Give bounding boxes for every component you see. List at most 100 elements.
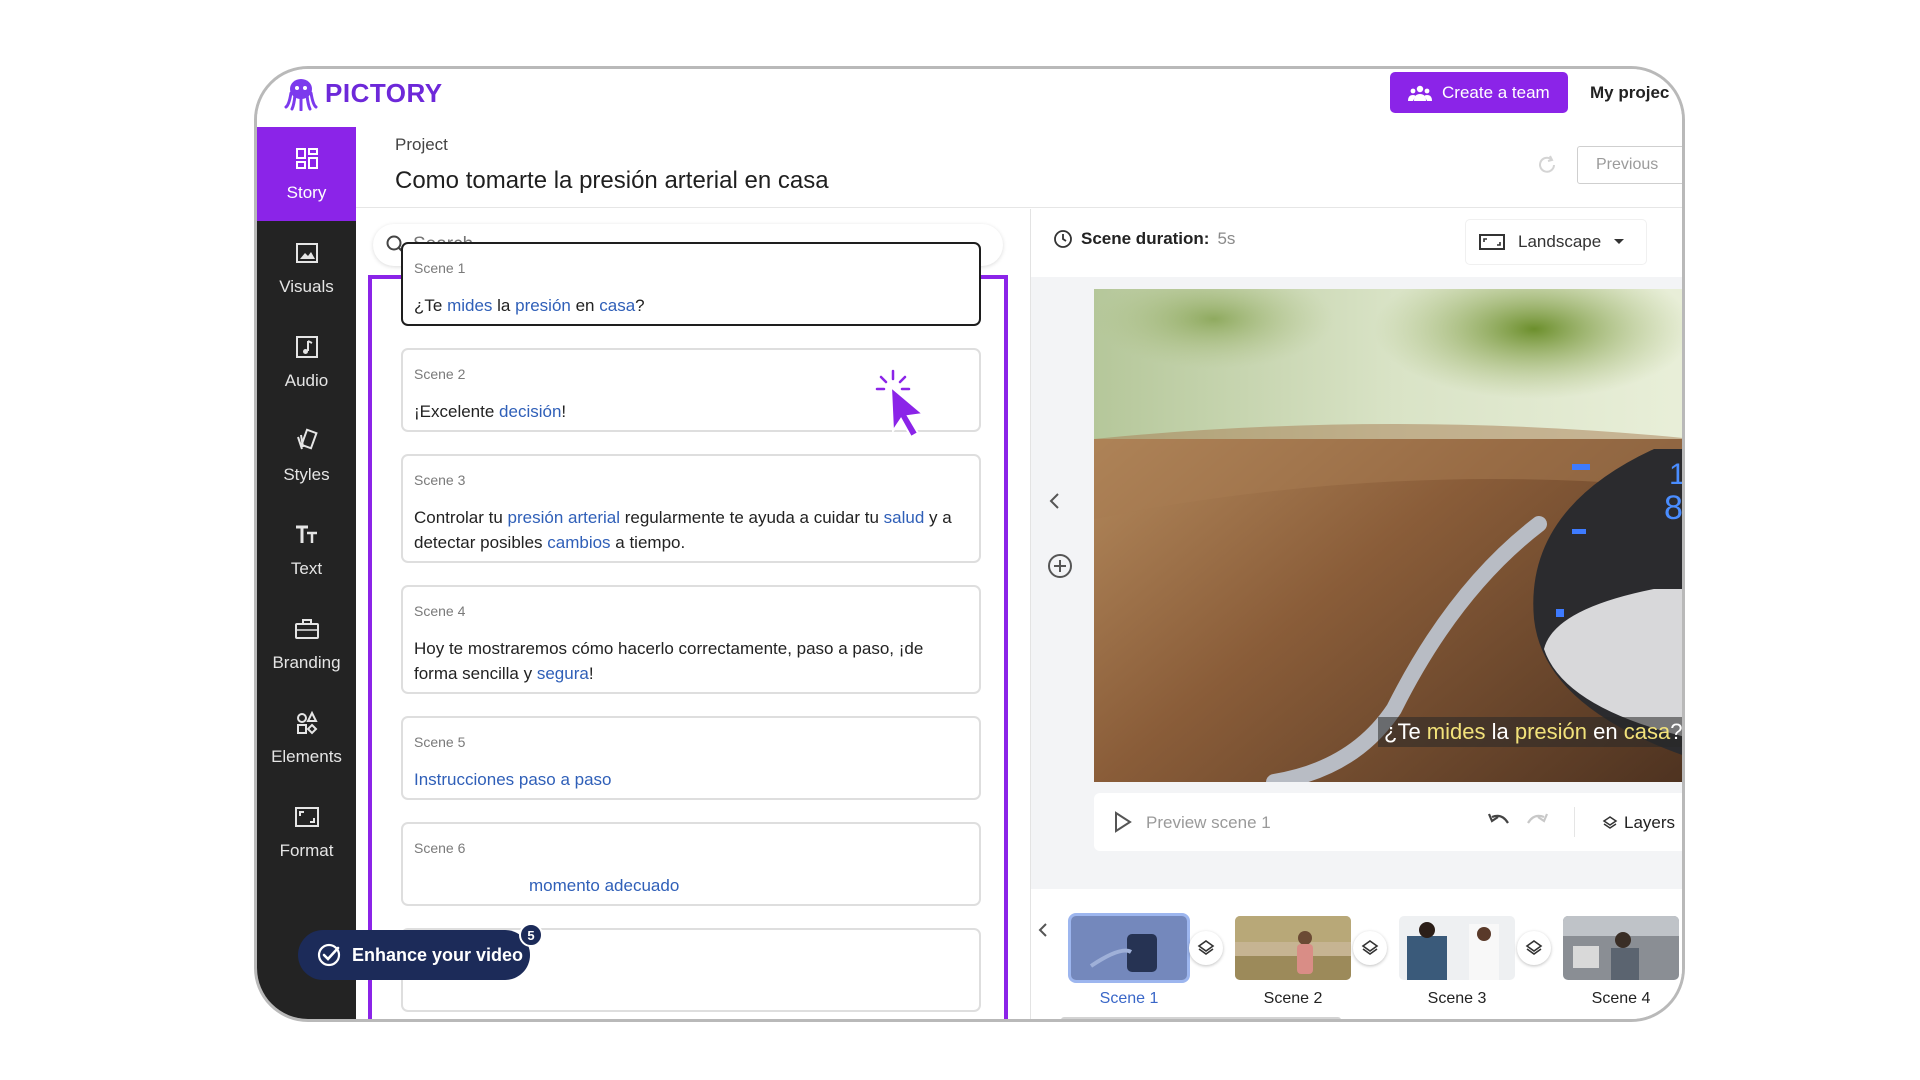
scene-card-3[interactable]: Scene 3 Controlar tu presión arterial reg… <box>401 454 981 563</box>
scene-text[interactable]: Instrucciones paso a paso <box>414 767 969 792</box>
sidebar-item-label: Visuals <box>279 277 334 296</box>
keyword-highlight: decisión <box>499 402 562 421</box>
video-preview[interactable]: 8 1 ¿Te mides la presión en casa? <box>1094 289 1683 782</box>
scene-text-segment: Hoy te mostraremos cómo hacerlo correcta… <box>414 639 924 683</box>
transition-button[interactable] <box>1517 931 1551 965</box>
scene-thumbnail-label: Scene 2 <box>1263 990 1323 1007</box>
svg-text:8: 8 <box>1664 489 1683 527</box>
sidebar-item-elements[interactable]: Elements <box>257 691 356 785</box>
scene-thumbnail-3[interactable] <box>1399 916 1515 980</box>
transition-button[interactable] <box>1189 931 1223 965</box>
caption-keyword: presión <box>1514 719 1587 744</box>
scene-text[interactable]: momento adecuado <box>414 873 969 898</box>
scene-label: Scene 5 <box>414 734 466 750</box>
header-divider <box>356 207 1682 208</box>
scene-text-segment: la <box>492 296 516 315</box>
keyword-highlight: presión arterial <box>507 508 620 527</box>
project-title[interactable]: Como tomarte la presión arterial en casa <box>395 167 829 195</box>
layers-icon <box>1197 940 1215 955</box>
story-icon <box>295 148 318 169</box>
image-icon <box>295 243 318 263</box>
scene-thumbnail-4[interactable] <box>1563 916 1679 980</box>
caption-keyword: casa <box>1623 719 1671 744</box>
previous-button[interactable]: Previous <box>1577 146 1682 184</box>
scene-text-segment: en <box>570 296 600 315</box>
keyword-highlight: momento adecuado <box>529 876 680 895</box>
scene-thumbnail-1[interactable] <box>1071 916 1187 980</box>
enhance-video-button[interactable]: Enhance your video <box>298 930 530 980</box>
styles-icon <box>296 428 318 450</box>
timeline-chevron-left-icon[interactable] <box>1036 921 1050 939</box>
briefcase-icon <box>294 619 319 639</box>
preview-controls: Preview scene 1 Layers <box>1094 793 1682 851</box>
scene-duration[interactable]: Scene duration: 5s <box>1053 229 1235 249</box>
scene-duration-label: Scene duration: <box>1081 229 1210 248</box>
scene-card-5[interactable]: Scene 5 Instrucciones paso a paso <box>401 716 981 800</box>
keyword-highlight: cambios <box>547 533 611 552</box>
caption-segment: ? <box>1670 719 1683 744</box>
redo-icon[interactable] <box>1524 811 1550 833</box>
project-label: Project <box>395 135 448 154</box>
sidebar-item-story[interactable]: Story <box>257 127 356 221</box>
controls-divider <box>1574 807 1575 837</box>
scene-thumbnail-label: Scene 1 <box>1099 990 1159 1007</box>
scene-duration-value: 5s <box>1217 229 1236 248</box>
refresh-icon[interactable] <box>1535 153 1559 177</box>
sidebar-item-audio[interactable]: Audio <box>257 315 356 409</box>
sidebar-item-label: Audio <box>284 371 329 390</box>
keyword-highlight: presión <box>515 296 571 315</box>
scene-thumbnail-label: Scene 4 <box>1591 990 1651 1007</box>
brand-name: PICTORY <box>325 77 443 108</box>
shapes-icon <box>296 710 318 735</box>
clock-icon <box>1054 230 1072 248</box>
play-icon[interactable] <box>1110 810 1134 834</box>
caption-segment: en <box>1587 719 1624 744</box>
sidebar-item-label: Text <box>290 559 323 578</box>
sidebar-item-styles[interactable]: Styles <box>257 409 356 503</box>
layers-icon <box>1361 940 1379 955</box>
scene-thumbnail-2[interactable] <box>1235 916 1351 980</box>
create-team-label: Create a team <box>1442 82 1550 102</box>
sidebar-item-label: Branding <box>272 653 341 672</box>
video-frame-image: 8 1 <box>1094 289 1683 782</box>
keyword-highlight: Instrucciones paso a paso <box>414 770 612 789</box>
scene-card-4[interactable]: Scene 4 Hoy te mostraremos cómo hacerlo c… <box>401 585 981 694</box>
add-scene-icon[interactable] <box>1046 552 1074 580</box>
sidebar: Story Visuals Audio Styles Text Branding… <box>257 127 356 1019</box>
sidebar-item-visuals[interactable]: Visuals <box>257 221 356 315</box>
sidebar-item-format[interactable]: Format <box>257 785 356 879</box>
top-bar: PICTORY Create a team My projec <box>257 69 1682 127</box>
preview-scene-label[interactable]: Preview scene 1 <box>1146 813 1271 833</box>
chevron-left-icon[interactable] <box>1047 491 1063 511</box>
app-frame: PICTORY Create a team My projec Story Vi… <box>254 66 1685 1022</box>
orientation-dropdown[interactable]: Landscape <box>1466 220 1646 264</box>
transition-button[interactable] <box>1353 931 1387 965</box>
scene-timeline: Scene 1 Scene 2 Scene 3 Scene 4 <box>1031 891 1682 1019</box>
click-cursor-icon <box>875 369 926 439</box>
scene-text-segment: ! <box>588 664 594 683</box>
scene-label: Scene 3 <box>414 472 466 488</box>
logo[interactable]: PICTORY <box>283 75 443 111</box>
undo-icon[interactable] <box>1486 811 1512 833</box>
scene-text[interactable]: ¿Te mides la presión en casa? <box>414 293 969 318</box>
scene-card-6[interactable]: Scene 6 momento adecuado <box>401 822 981 906</box>
scene-text-segment: ? <box>635 296 645 315</box>
caption-segment: ¿Te <box>1384 719 1427 744</box>
thumbnail-image <box>1563 916 1679 980</box>
sidebar-item-branding[interactable]: Branding <box>257 597 356 691</box>
keyword-highlight: segura <box>536 664 589 683</box>
scene-label: Scene 6 <box>414 840 466 856</box>
layers-icon <box>1525 940 1543 955</box>
octopus-logo-icon <box>284 79 318 111</box>
sidebar-item-text[interactable]: Text <box>257 503 356 597</box>
scene-text-segment: ¿Te <box>414 296 448 315</box>
my-projects-link[interactable]: My projec <box>1590 83 1669 103</box>
layers-label: Layers <box>1624 813 1676 832</box>
scene-card-1[interactable]: Scene 1 ¿Te mides la presión en casa? <box>401 242 981 326</box>
scene-text[interactable]: Hoy te mostraremos cómo hacerlo correcta… <box>414 636 969 686</box>
create-team-button[interactable]: Create a team <box>1390 72 1568 113</box>
timeline-scrollbar[interactable] <box>1061 1017 1341 1019</box>
keyword-highlight: casa <box>599 296 636 315</box>
layers-button[interactable]: Layers <box>1602 813 1675 833</box>
scene-text[interactable]: Controlar tu presión arterial regularmen… <box>414 505 969 555</box>
